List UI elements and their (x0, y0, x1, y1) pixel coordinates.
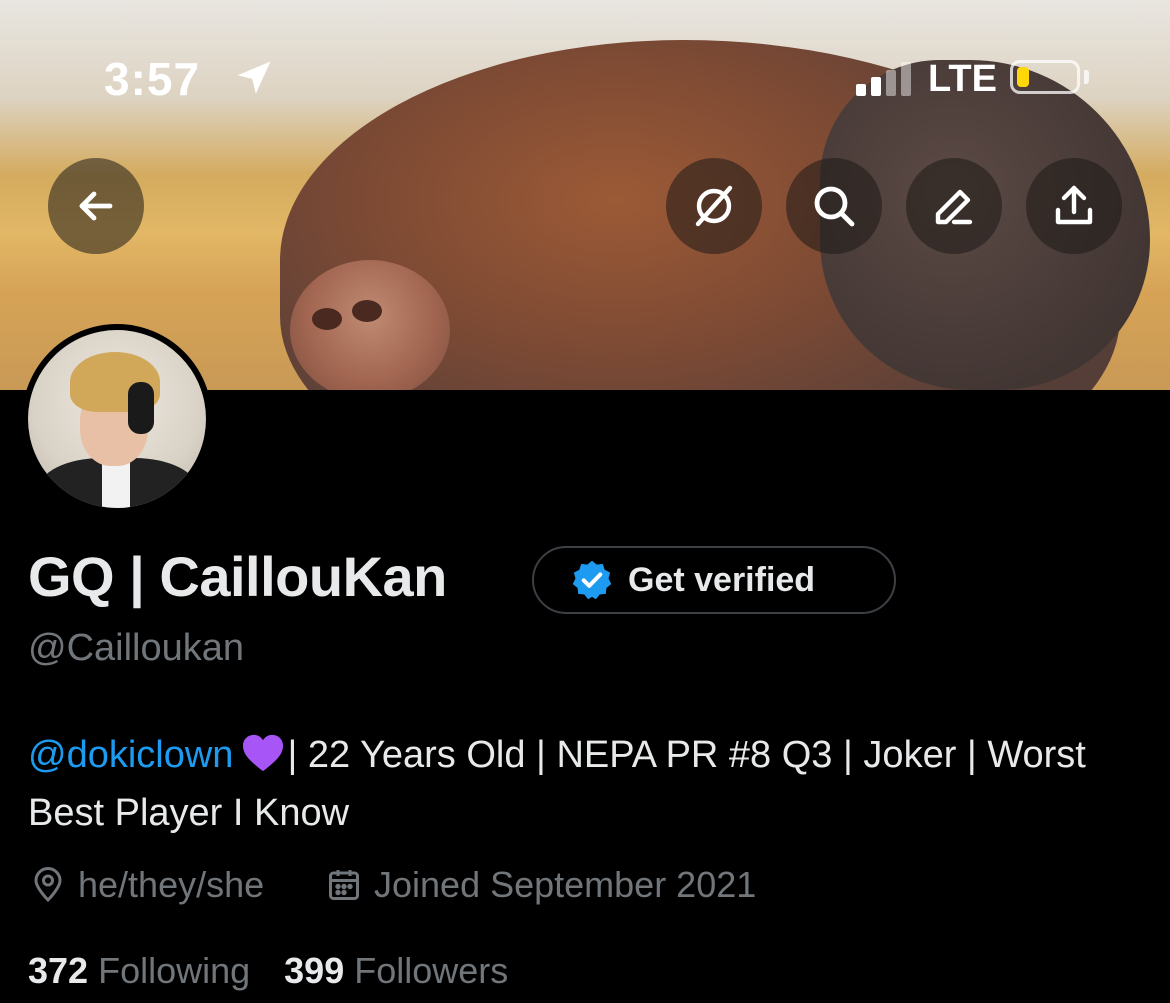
back-button[interactable] (48, 158, 144, 254)
joined-date-text: Joined September 2021 (374, 864, 757, 905)
bio-mention-link[interactable]: @dokiclown (28, 734, 233, 776)
following-label: Following (98, 950, 251, 991)
verified-badge-icon (572, 560, 612, 600)
following-link[interactable]: 372 Following (28, 950, 250, 992)
joined-row: Joined September 2021 (326, 864, 756, 906)
followers-label: Followers (354, 950, 509, 991)
grok-icon (695, 185, 733, 227)
display-name: GQ | CaillouKan (28, 545, 447, 608)
profile-avatar[interactable] (22, 324, 212, 514)
cellular-signal-icon (856, 62, 911, 96)
followers-link[interactable]: 399 Followers (284, 950, 508, 992)
get-verified-label: Get verified (628, 560, 816, 599)
nostril (352, 300, 382, 322)
location-arrow-icon (237, 61, 271, 94)
pronouns-row: he/they/she (30, 864, 264, 906)
avatar-headset (128, 382, 154, 434)
nostril (312, 308, 342, 330)
follow-stats: 372 Following 399 Followers (28, 950, 508, 992)
profile-bio: @dokiclown | 22 Years Old | NEPA PR #8 Q3… (28, 726, 1148, 842)
calendar-icon (329, 870, 359, 900)
following-count: 372 (28, 950, 89, 991)
get-verified-button[interactable]: Get verified (532, 546, 896, 614)
share-button[interactable] (1026, 158, 1122, 254)
user-handle: @Cailloukan (28, 627, 245, 669)
search-button[interactable] (786, 158, 882, 254)
followers-count: 399 (284, 950, 345, 991)
battery-icon (1010, 60, 1080, 94)
share-icon (1055, 185, 1093, 225)
location-pin-icon (34, 867, 62, 903)
status-time: 3:57 (104, 53, 201, 105)
edit-button[interactable] (906, 158, 1002, 254)
arrow-left-icon (79, 191, 113, 221)
search-icon (814, 186, 855, 227)
purple-heart-icon (243, 734, 284, 772)
network-type: LTE (928, 58, 997, 100)
banner-dog-nose (290, 260, 450, 390)
pronouns-text: he/they/she (78, 864, 265, 905)
grok-button[interactable] (666, 158, 762, 254)
avatar-shirt (102, 462, 130, 508)
edit-icon (935, 189, 973, 225)
battery-tip (1084, 70, 1089, 84)
